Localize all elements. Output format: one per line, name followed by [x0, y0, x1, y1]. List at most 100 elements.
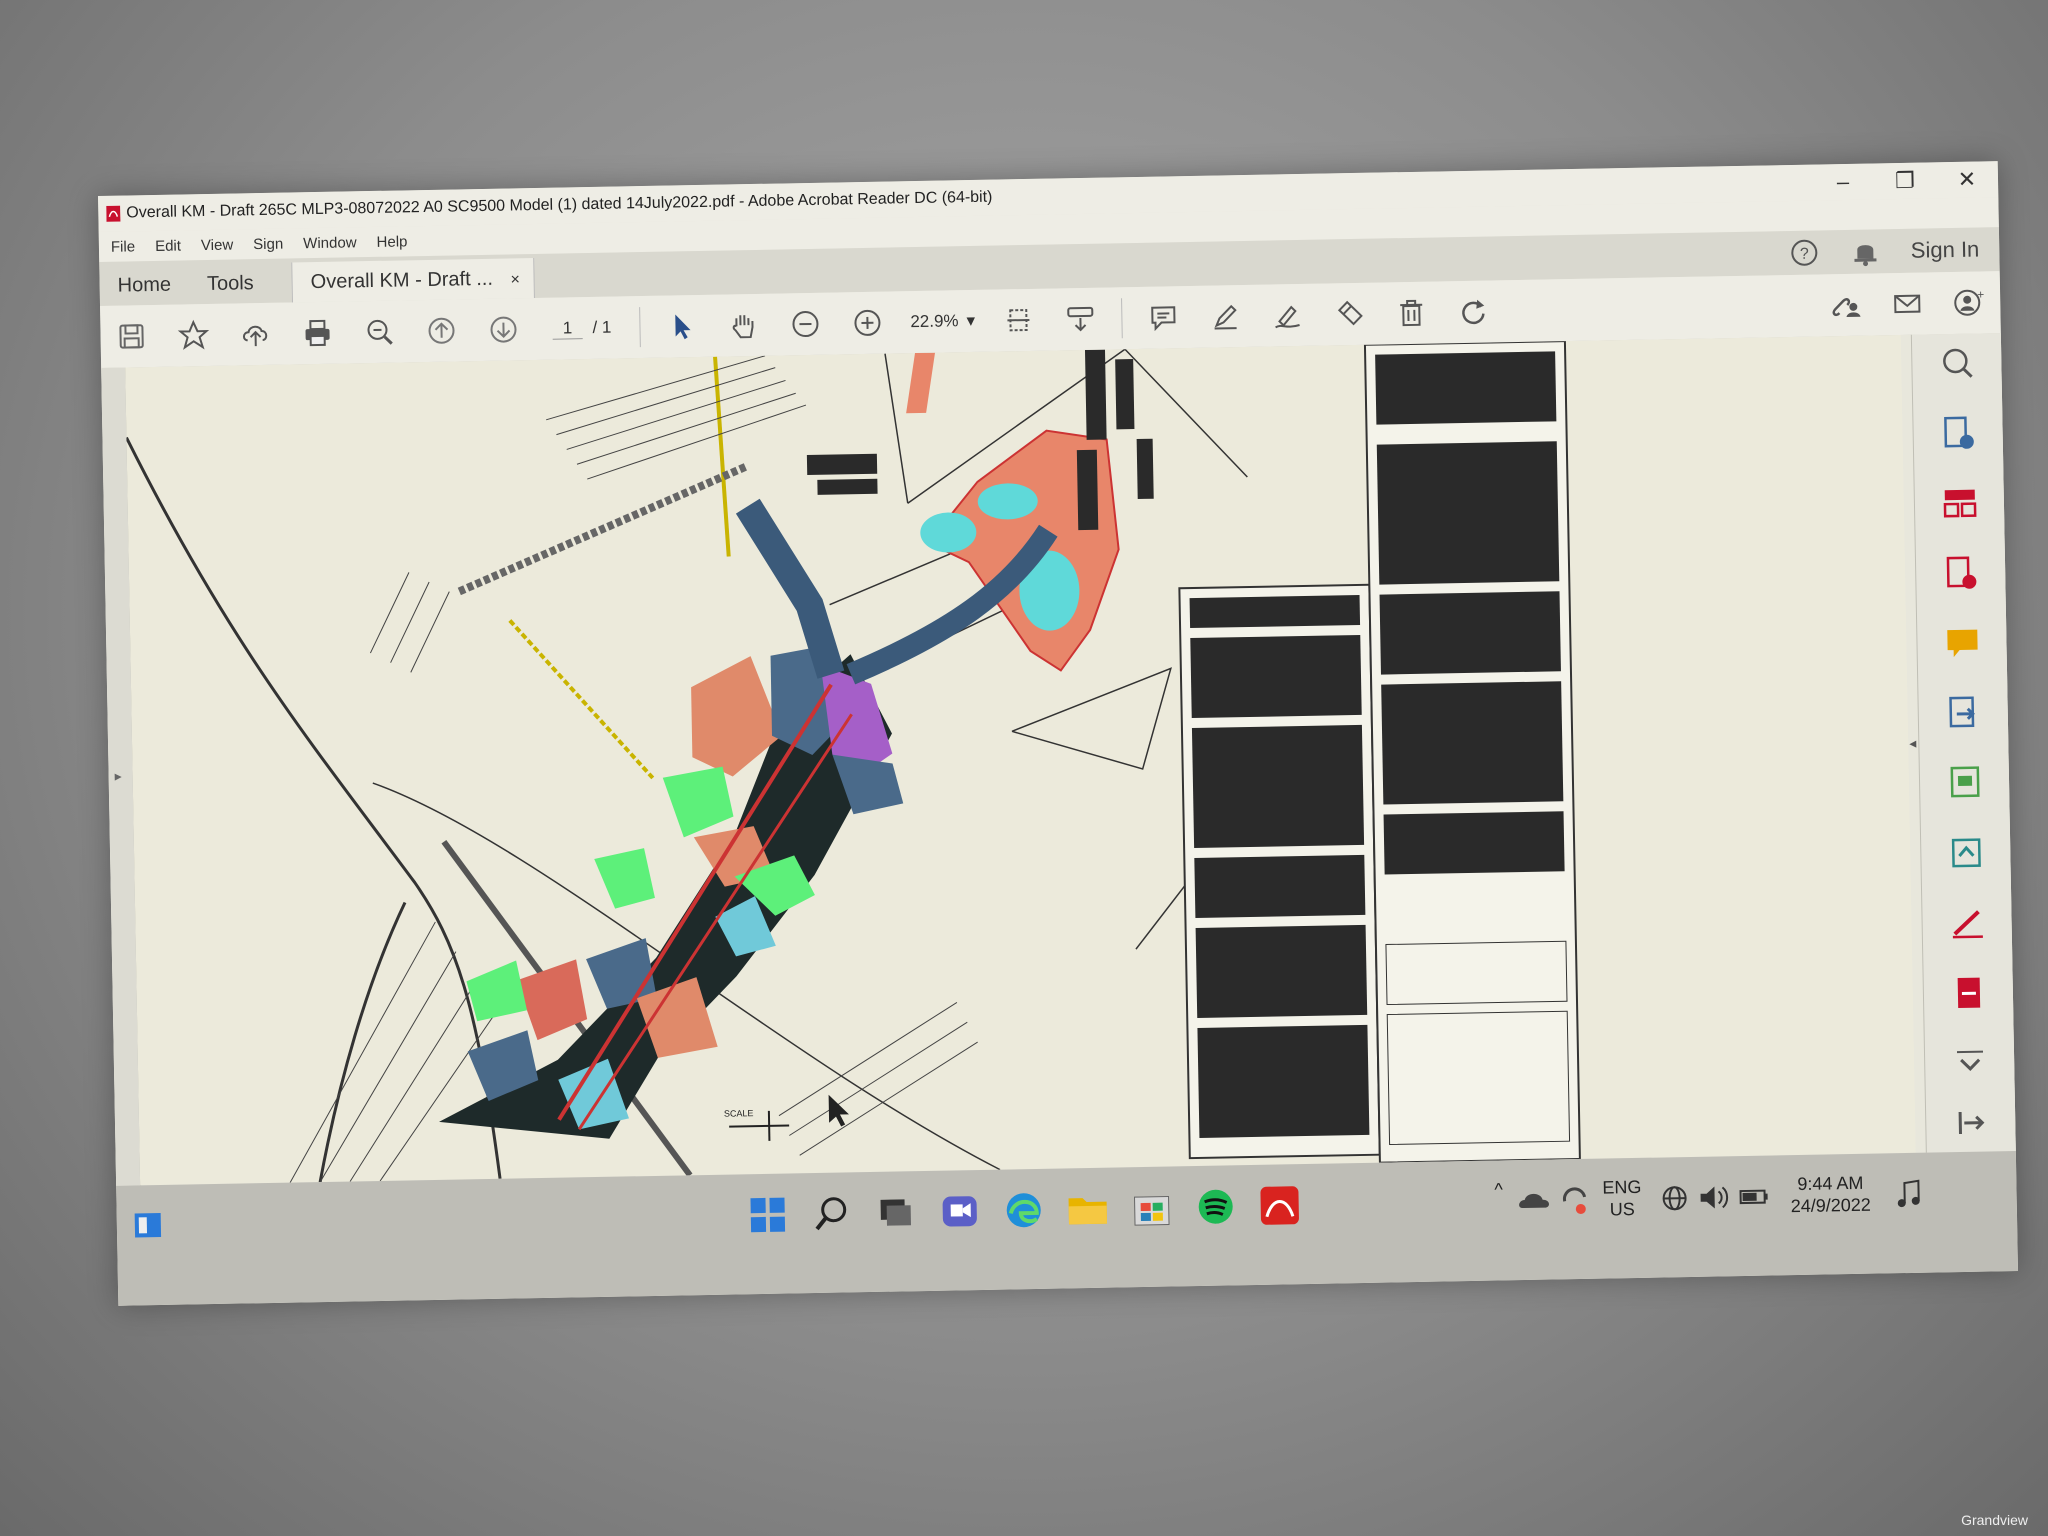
tab-document[interactable]: Overall KM - Draft ... ×: [291, 258, 536, 303]
sign-button[interactable]: [1255, 284, 1318, 347]
save-button[interactable]: [100, 305, 163, 368]
menu-window[interactable]: Window: [303, 234, 357, 252]
export-arrow-icon[interactable]: [1944, 694, 1983, 733]
sync-icon[interactable]: [1556, 1177, 1593, 1224]
comment-button[interactable]: [1131, 286, 1194, 349]
teams-chat-icon[interactable]: [936, 1188, 983, 1235]
onedrive-cloud-icon[interactable]: [1516, 1178, 1553, 1225]
tab-tools[interactable]: Tools: [189, 263, 272, 305]
protect-pdf-icon[interactable]: [1950, 974, 1989, 1013]
right-tools-pane: ◂: [1909, 333, 2017, 1153]
trash-icon: [1399, 299, 1422, 327]
scroll-mode-button[interactable]: [1049, 287, 1112, 350]
more-tools-chevron-icon[interactable]: [1951, 1043, 1990, 1082]
account-button[interactable]: +: [1938, 271, 2001, 334]
select-tool-button[interactable]: [650, 295, 713, 358]
signature-pen-icon: [1274, 305, 1300, 329]
spotify-icon[interactable]: [1192, 1183, 1239, 1230]
previous-page-button[interactable]: [410, 299, 473, 362]
cloud-upload-icon: [242, 325, 268, 347]
create-pdf-icon[interactable]: [1942, 554, 1981, 593]
send-for-review-icon[interactable]: [1947, 834, 1986, 873]
notifications-music-icon[interactable]: [1892, 1171, 1929, 1218]
language-indicator[interactable]: ENG US: [1602, 1176, 1642, 1221]
stamp-button[interactable]: [1317, 283, 1380, 346]
zoom-dropdown[interactable]: 22.9% ▾: [910, 311, 975, 332]
file-explorer-icon[interactable]: [1064, 1186, 1111, 1233]
tab-close-button[interactable]: ×: [510, 271, 520, 288]
clock[interactable]: 9:44 AM 24/9/2022: [1780, 1172, 1881, 1218]
star-icon: [177, 319, 210, 350]
organize-pages-icon[interactable]: [1941, 484, 1980, 523]
rotate-button[interactable]: [1441, 280, 1504, 343]
menu-help[interactable]: Help: [376, 233, 407, 251]
windows-start-icon[interactable]: [744, 1191, 791, 1238]
collapse-pane-icon[interactable]: ◂: [1909, 735, 1916, 752]
window-controls: – ❐ ✕: [1812, 161, 1999, 200]
print-button[interactable]: [286, 301, 349, 364]
tab-home[interactable]: Home: [99, 264, 189, 306]
notification-bell-icon[interactable]: [1851, 236, 1880, 267]
menu-file[interactable]: File: [111, 238, 135, 255]
zoom-search-icon[interactable]: [1938, 344, 1977, 383]
fit-page-button[interactable]: [987, 289, 1050, 352]
collapse-right-icon[interactable]: [1952, 1103, 1991, 1142]
maximize-button[interactable]: ❐: [1874, 162, 1937, 199]
stamp-icon: [1337, 300, 1363, 326]
clock-date: 24/9/2022: [1790, 1194, 1871, 1217]
menu-edit[interactable]: Edit: [155, 237, 181, 254]
master-plan-drawing[interactable]: SCALE: [125, 334, 1916, 1186]
fill-sign-icon[interactable]: [1948, 904, 1987, 943]
email-button[interactable]: [1876, 272, 1939, 335]
minimize-button[interactable]: –: [1812, 163, 1875, 200]
volume-icon[interactable]: [1696, 1174, 1733, 1221]
svg-text:?: ?: [1799, 246, 1808, 263]
header-right: ? Sign In: [1788, 228, 1980, 275]
microsoft-store-icon[interactable]: [1128, 1184, 1175, 1231]
fit-page-icon: [1007, 308, 1030, 332]
search-icon[interactable]: [808, 1190, 855, 1237]
battery-icon[interactable]: [1736, 1173, 1773, 1220]
link-person-icon: [1832, 298, 1861, 317]
tab-document-label: Overall KM - Draft ...: [310, 267, 494, 294]
next-page-button[interactable]: [472, 298, 535, 361]
clock-time: 9:44 AM: [1797, 1172, 1864, 1195]
task-view-icon[interactable]: [872, 1189, 919, 1236]
hand-icon: [732, 315, 754, 339]
acrobat-taskbar-icon[interactable]: [1256, 1182, 1303, 1229]
find-button[interactable]: [348, 300, 411, 363]
upload-cloud-button[interactable]: [224, 303, 287, 366]
menu-sign[interactable]: Sign: [253, 235, 283, 253]
highlight-button[interactable]: [1193, 285, 1256, 348]
sign-in-button[interactable]: Sign In: [1911, 237, 1980, 264]
comment-panel-icon[interactable]: [1943, 624, 1982, 663]
projection-room: Overall KM - Draft 265C MLP3-08072022 A0…: [0, 0, 2048, 1536]
pen-icon: [1214, 304, 1237, 330]
keyboard-scroll-icon: [1066, 306, 1093, 332]
close-window-button[interactable]: ✕: [1936, 161, 1999, 198]
zoom-out-button[interactable]: [774, 292, 837, 355]
edit-pdf-icon[interactable]: [1946, 764, 1985, 803]
hand-tool-button[interactable]: [712, 294, 775, 357]
menu-view[interactable]: View: [201, 236, 234, 254]
help-icon[interactable]: ?: [1789, 237, 1820, 268]
export-pdf-icon[interactable]: [1939, 414, 1978, 453]
comment-icon: [1150, 306, 1176, 332]
delete-button[interactable]: [1379, 281, 1442, 344]
edge-browser-icon[interactable]: [1000, 1187, 1047, 1234]
arrow-down-circle-icon: [490, 316, 517, 343]
toolbar-separator-2: [1120, 298, 1123, 339]
scale-bar-label: SCALE: [724, 1108, 754, 1119]
zoom-in-button[interactable]: [836, 291, 899, 354]
widgets-icon[interactable]: [126, 1203, 173, 1250]
share-link-button[interactable]: [1814, 273, 1877, 336]
bookmark-button[interactable]: [162, 304, 225, 367]
page-number-input[interactable]: 1: [552, 317, 583, 340]
envelope-icon: [1894, 294, 1921, 314]
network-globe-icon[interactable]: [1656, 1175, 1693, 1222]
page-total-label: / 1: [592, 317, 612, 337]
zoom-value: 22.9%: [910, 311, 959, 332]
printer-icon: [305, 319, 330, 347]
show-hidden-icons[interactable]: ^: [1494, 1178, 1503, 1200]
cursor-arrow-icon: [675, 314, 691, 340]
